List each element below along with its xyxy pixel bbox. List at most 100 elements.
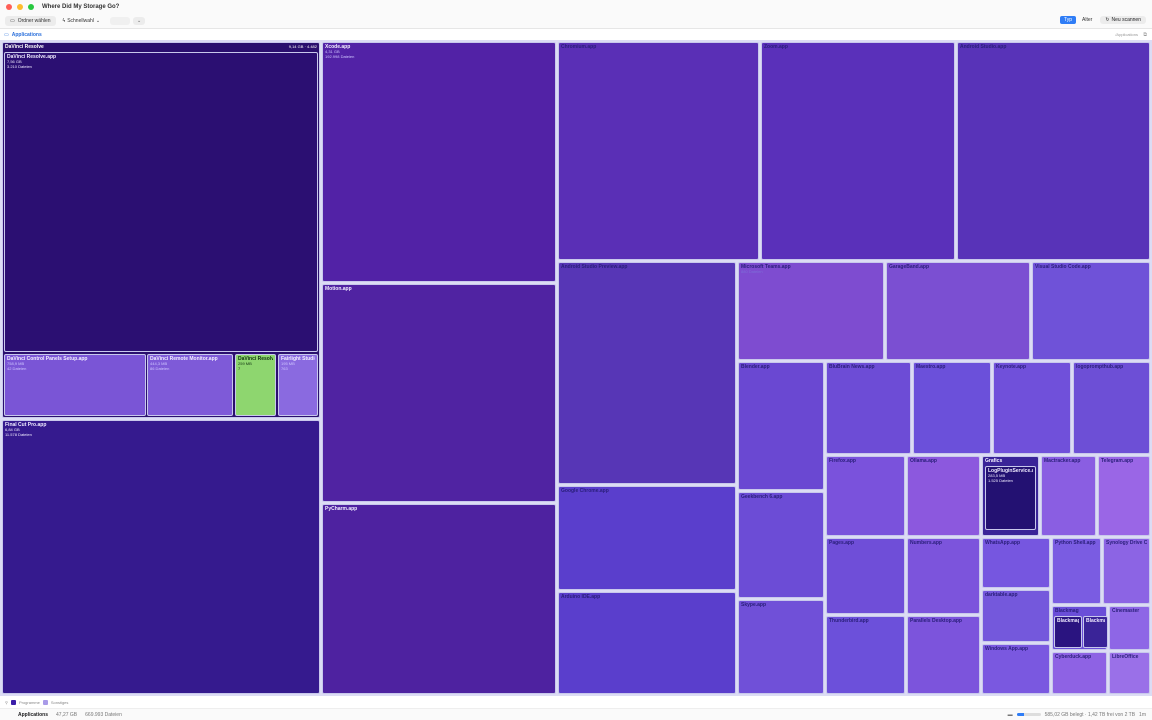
treemap-cell[interactable]: Android Studio Preview.app <box>558 262 736 484</box>
treemap-cell-name: Maestro.app <box>916 364 946 370</box>
treemap-cell-count: 3.210 Dateien <box>7 63 32 69</box>
treemap-cell[interactable]: Final Cut Pro.app 6,84 GB 11.578 Dateien <box>2 420 320 694</box>
treemap-cell[interactable]: Parallels Desktop.app <box>907 616 980 694</box>
treemap-cell[interactable]: Xcode.app 4,31 GB 192.998 Dateien <box>322 42 556 282</box>
zoom-window-button[interactable] <box>28 3 34 10</box>
treemap-cell[interactable]: Skype.app <box>738 600 824 694</box>
treemap-cell[interactable]: Blackmagi <box>1083 616 1108 648</box>
legend-apps-swatch <box>10 699 16 705</box>
status-folder-size: 47,27 GB <box>56 711 78 718</box>
treemap-cell-name: logoprompthub.app <box>1076 364 1124 370</box>
close-window-button[interactable] <box>6 3 12 10</box>
treemap-cell[interactable]: DaVinci Remote Monitor.app 444,3 MB 86 Dat… <box>147 354 233 416</box>
disk-usage-bar <box>1016 713 1041 716</box>
filter-icon[interactable]: ⚲ <box>5 700 8 705</box>
open-folder-button[interactable]: ▭ Ordner wählen <box>5 15 56 26</box>
treemap-cell-name: WhatsApp.app <box>985 540 1020 546</box>
open-folder-label: Ordner wählen <box>17 17 51 24</box>
treemap-cell[interactable]: Blender.app <box>738 362 824 490</box>
treemap-cell[interactable]: Telegram.app <box>1098 456 1150 536</box>
group-header: DaVinci Resolve 9,14 GB · 4.482 <box>5 44 317 50</box>
folder-icon: ▭ <box>10 17 15 24</box>
treemap-cell[interactable]: Android Studio.app <box>957 42 1150 260</box>
treemap-cell[interactable]: Firefox.app <box>826 456 905 536</box>
treemap-cell[interactable]: Motion.app <box>322 284 556 502</box>
treemap-cell-name: Numbers.app <box>910 540 942 546</box>
treemap-cell[interactable]: Numbers.app <box>907 538 980 614</box>
treemap-cell[interactable]: Arduino IDE.app <box>558 592 736 694</box>
treemap-cell[interactable]: Microsoft Teams.app 880 Dateien <box>738 262 884 360</box>
treemap-cell[interactable]: darktable.app <box>982 590 1050 642</box>
legend-apps-label: Programme <box>18 699 40 705</box>
treemap-cell-name: Blackmagic <box>1057 618 1079 624</box>
treemap-cell[interactable]: Google Chrome.app <box>558 486 736 590</box>
refresh-icon: ↻ <box>1105 17 1110 23</box>
treemap-cell[interactable]: Zoom.app <box>761 42 955 260</box>
treemap-cell-name: Python Shell.app <box>1055 540 1096 546</box>
quick-select-button[interactable]: ϟ Schnellwahl ⌄ <box>59 16 105 26</box>
minimize-window-button[interactable] <box>17 3 23 10</box>
window-controls <box>6 3 34 10</box>
treemap-cell[interactable]: GarageBand.app <box>886 262 1030 360</box>
treemap-cell[interactable]: Windows App.app <box>982 644 1050 694</box>
treemap-cell[interactable]: Visual Studio Code.app <box>1032 262 1150 360</box>
sort-segmented-control: Typ Alter <box>1059 16 1096 24</box>
treemap-cell[interactable]: Ollama.app <box>907 456 980 536</box>
treemap-cell[interactable]: DaVinci Resolve Ma259 MB7 <box>235 354 276 416</box>
treemap-cell[interactable]: Geekbench 6.app <box>738 492 824 598</box>
treemap-cell[interactable]: Pages.app <box>826 538 905 614</box>
treemap-cell[interactable]: Blackmagic <box>1054 616 1082 648</box>
treemap-cell[interactable]: DaVinci Resolve.app 7,56 GB 3.210 Dateien <box>4 52 318 352</box>
treemap-cell-name: Chromium.app <box>561 44 597 50</box>
treemap-cell-name: Motion.app <box>325 286 352 292</box>
treemap-cell[interactable]: Fairlight Studio Util195 MB763 <box>278 354 318 416</box>
treemap-cell[interactable]: Synology Drive Client <box>1103 538 1150 604</box>
treemap-cell[interactable]: Cyberduck.app <box>1052 652 1107 694</box>
breadcrumb-applications[interactable]: ▭ Applications <box>4 32 42 38</box>
rescan-button[interactable]: ↻ Neu scannen <box>1100 16 1146 24</box>
status-bar: Applications 47,27 GB 669.993 Dateien ▬ … <box>0 708 1152 720</box>
treemap-cell-count: 880 Dateien <box>741 269 763 274</box>
treemap-cell-count: 42 Dateien <box>7 365 27 371</box>
treemap-cell-name: Grafics <box>985 458 1003 464</box>
status-extra: 1m <box>1139 711 1146 718</box>
title-bar: Where Did My Storage Go? <box>0 0 1152 13</box>
treemap-cell[interactable]: logoprompthub.app <box>1073 362 1150 454</box>
treemap-cell-name: Keynote.app <box>996 364 1027 370</box>
legend-other-label: Sonstiges <box>50 699 69 705</box>
treemap-cell-count: 7 <box>238 365 241 371</box>
treemap-cell[interactable]: BluBrain News.app <box>826 362 911 454</box>
treemap-cell[interactable]: LogPluginService.app283,5 MB1.525 Dateie… <box>985 466 1036 530</box>
treemap-cell-name: Blackmag <box>1055 608 1079 614</box>
treemap-cell-count: 11.578 Dateien <box>5 431 32 437</box>
treemap-cell[interactable]: LibreOffice <box>1109 652 1150 694</box>
treemap-cell[interactable]: DaVinci Control Panels Setup.app 758,9 MB… <box>4 354 146 416</box>
treemap-cell[interactable]: Maestro.app <box>913 362 991 454</box>
toolbar: ▭ Ordner wählen ϟ Schnellwahl ⌄ ⌄ Typ Al… <box>0 13 1152 29</box>
treemap-cell[interactable]: Cinemaster <box>1109 606 1150 650</box>
window-title: Where Did My Storage Go? <box>42 3 120 10</box>
treemap-cell-name: Ollama.app <box>910 458 937 464</box>
treemap-cell[interactable]: Mactracker.app <box>1041 456 1096 536</box>
chevron-down-icon: ⌄ <box>95 17 101 24</box>
treemap: DaVinci Resolve 9,14 GB · 4.482 DaVinci … <box>0 40 1152 696</box>
treemap-cell[interactable]: Thunderbird.app <box>826 616 905 694</box>
history-dropdown[interactable]: ⌄ <box>133 16 146 25</box>
copy-path-icon[interactable]: ⧉ <box>1143 32 1147 38</box>
breadcrumb: ▭ Applications /Applications ⧉ <box>0 29 1152 40</box>
treemap-cell-name: Arduino IDE.app <box>561 594 601 600</box>
sort-age-button[interactable]: Alter <box>1078 16 1096 24</box>
treemap-cell-name: Android Studio Preview.app <box>561 264 628 270</box>
treemap-cell-name: GarageBand.app <box>889 264 930 270</box>
breadcrumb-label: Applications <box>11 31 42 38</box>
folder-icon: ▭ <box>4 31 9 38</box>
disk-usage: ▬ 585,02 GB belegt · 1,42 TB frei von 2 … <box>1008 712 1146 718</box>
treemap-cell[interactable]: WhatsApp.app <box>982 538 1050 588</box>
sort-type-button[interactable]: Typ <box>1059 16 1077 24</box>
treemap-cell[interactable]: Python Shell.app <box>1052 538 1101 604</box>
treemap-cell[interactable]: Keynote.app <box>993 362 1071 454</box>
back-button[interactable] <box>110 16 131 25</box>
treemap-cell-name: Firefox.app <box>829 458 856 464</box>
treemap-cell[interactable]: Chromium.app <box>558 42 759 260</box>
treemap-cell[interactable]: PyCharm.app <box>322 504 556 694</box>
